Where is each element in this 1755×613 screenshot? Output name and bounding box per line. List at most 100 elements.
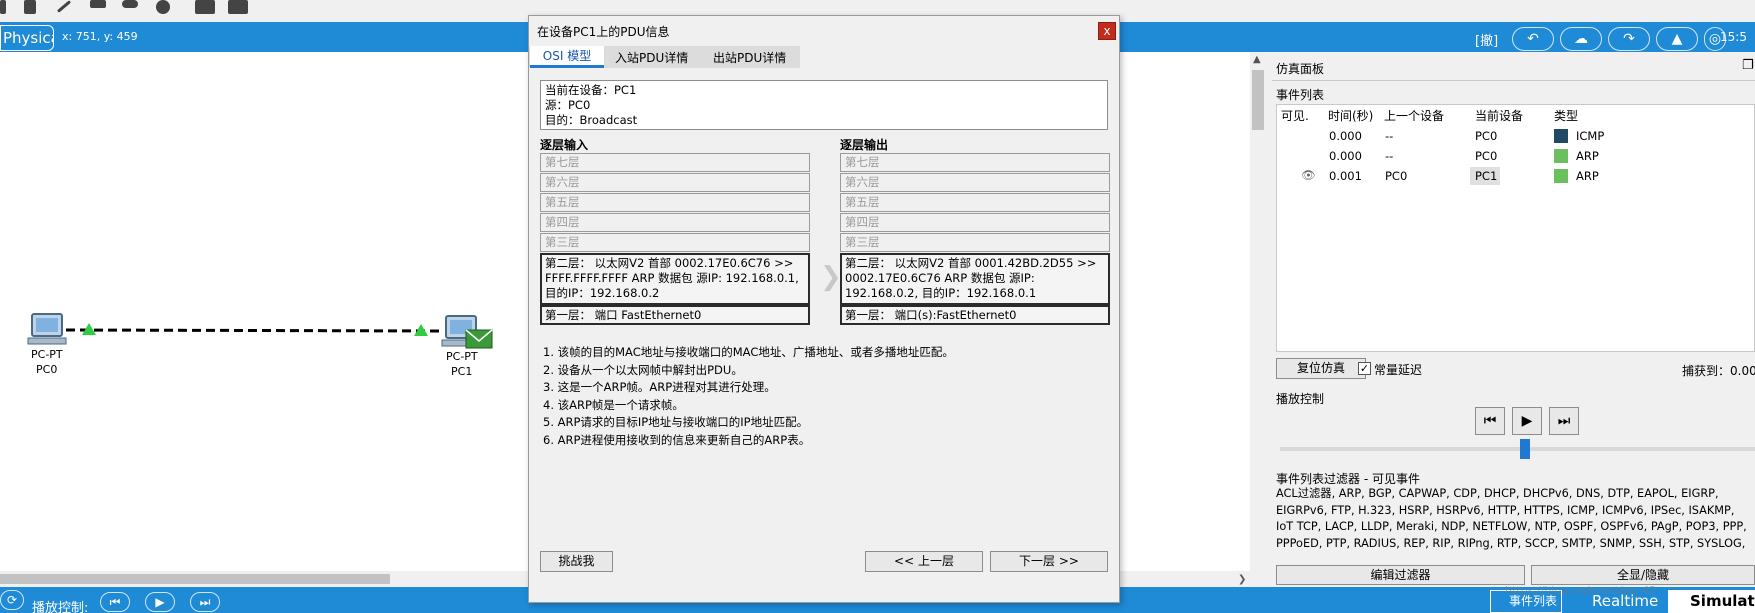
- in-layer-2[interactable]: 第二层： 以太网V2 首部 0002.17E0.6C76 >> FFFF.FFF…: [540, 253, 810, 305]
- current-device-text: 当前在设备：PC1: [545, 83, 637, 97]
- vertical-scroll-thumb[interactable]: [1252, 70, 1264, 130]
- step-back-icon[interactable]: ⏮: [100, 592, 130, 612]
- scroll-up-icon[interactable]: ▲: [1253, 54, 1261, 65]
- clock: 15:5: [1720, 30, 1747, 44]
- dialog-title: 在设备PC1上的PDU信息: [537, 25, 670, 39]
- in-layer-7[interactable]: 第七层: [540, 153, 810, 172]
- chevron-right-icon: ❯: [820, 262, 842, 292]
- in-layer-4[interactable]: 第四层: [540, 213, 810, 232]
- out-layer-2[interactable]: 第二层： 以太网V2 首部 0001.42BD.2D55 >> 0002.17E…: [840, 253, 1110, 305]
- in-layer-3[interactable]: 第三层: [540, 233, 810, 252]
- description-line: 4. 该ARP帧是一个请求帧。: [543, 397, 684, 412]
- time-icon[interactable]: ⟳: [0, 590, 24, 610]
- event-type[interactable]: ARP: [1576, 149, 1599, 163]
- envelope-icon: [465, 329, 493, 349]
- ethernet-link[interactable]: [65, 328, 443, 333]
- captured-time: 捕获到：0.00: [1682, 364, 1755, 378]
- description-line: 2. 设备从一个以太网帧中解封出PDU。: [543, 362, 743, 377]
- watermark: https://blog.csdn.net/qq_43: [1505, 584, 1657, 597]
- description-line: 6. ARP进程使用接收到的信息来更新自己的ARP表。: [543, 432, 811, 447]
- back-icon[interactable]: ⏮: [1475, 407, 1505, 435]
- out-layers-title: 逐层输出: [840, 138, 889, 152]
- out-layer-3[interactable]: 第三层: [840, 233, 1110, 252]
- tab-outbound-pdu[interactable]: 出站PDU详情: [713, 49, 786, 66]
- event-last-device[interactable]: --: [1385, 129, 1393, 143]
- destination-text: 目的：Broadcast: [545, 113, 638, 127]
- event-list-title: 事件列表: [1276, 88, 1325, 102]
- tab-inbound-pdu[interactable]: 入站PDU详情: [615, 49, 688, 66]
- event-current-device[interactable]: PC1: [1475, 169, 1497, 183]
- next-layer-button[interactable]: 下一层 >>: [990, 551, 1108, 572]
- out-layer-4[interactable]: 第四层: [840, 213, 1110, 232]
- out-layer-1[interactable]: 第一层： 端口(s):FastEthernet0: [840, 305, 1110, 325]
- redo-icon[interactable]: ↷: [1608, 27, 1650, 51]
- event-time[interactable]: 0.000: [1329, 129, 1362, 143]
- event-type[interactable]: ARP: [1576, 169, 1599, 183]
- out-layer-6[interactable]: 第六层: [840, 173, 1110, 192]
- column-header-time[interactable]: 时间(秒): [1328, 107, 1373, 124]
- pc0-device-icon[interactable]: [27, 313, 67, 345]
- event-last-device[interactable]: PC0: [1385, 169, 1407, 183]
- constant-delay-label: 常量延迟: [1374, 363, 1423, 377]
- playback-control-label: 播放控制:: [32, 601, 89, 613]
- undo-label: [撤]: [1475, 34, 1499, 49]
- add-simple-pdu-icon[interactable]: [195, 0, 215, 14]
- tab-osi-model[interactable]: OSI 模型: [530, 46, 604, 68]
- column-header-last-device[interactable]: 上一个设备: [1384, 107, 1444, 124]
- play-icon[interactable]: ▶: [1512, 407, 1542, 435]
- event-current-device[interactable]: PC0: [1475, 129, 1497, 143]
- vertical-scrollbar[interactable]: [1250, 52, 1266, 587]
- add-complex-pdu-icon[interactable]: [228, 0, 248, 14]
- event-time[interactable]: 0.001: [1329, 169, 1362, 183]
- show-all-hide-button[interactable]: 全显/隐藏: [1531, 565, 1755, 585]
- event-filter-title: 事件列表过滤器 - 可见事件: [1276, 472, 1420, 486]
- constant-delay-checkbox[interactable]: ✓: [1358, 362, 1371, 375]
- cloud-add-icon[interactable]: ☁: [1560, 27, 1602, 51]
- eye-icon[interactable]: 👁: [1301, 168, 1316, 182]
- in-layer-5[interactable]: 第五层: [540, 193, 810, 212]
- event-type-color: [1554, 129, 1568, 143]
- device-name-label: PC1: [451, 365, 473, 378]
- notes-icon[interactable]: [24, 0, 36, 14]
- edit-filters-button[interactable]: 编辑过滤器: [1276, 565, 1525, 585]
- reset-simulation-button[interactable]: 复位仿真: [1276, 358, 1366, 379]
- ellipse-icon[interactable]: [122, 0, 138, 8]
- in-layer-6[interactable]: 第六层: [540, 173, 810, 192]
- description-line: 1. 该帧的目的MAC地址与接收端口的MAC地址、广播地址、或者多播地址匹配。: [543, 345, 954, 359]
- landscape-icon[interactable]: ▲: [1656, 27, 1698, 51]
- event-last-device[interactable]: --: [1385, 149, 1393, 163]
- out-layer-5[interactable]: 第五层: [840, 193, 1110, 212]
- scroll-right-icon[interactable]: ❯: [1238, 574, 1246, 585]
- speed-slider-thumb[interactable]: [1520, 439, 1530, 459]
- undo-icon[interactable]: ↶: [1512, 27, 1554, 51]
- challenge-me-button[interactable]: 挑战我: [540, 551, 613, 572]
- play-icon[interactable]: ▶: [145, 592, 175, 612]
- forward-icon[interactable]: ⏭: [1549, 407, 1579, 435]
- visible-events-list: ACL过滤器, ARP, BGP, CAPWAP, CDP, DHCP, DHC…: [1276, 487, 1747, 550]
- simulation-mode-tab[interactable]: Simulat: [1668, 590, 1755, 613]
- event-current-device[interactable]: PC0: [1475, 149, 1497, 163]
- out-layer-7[interactable]: 第七层: [840, 153, 1110, 172]
- line-icon[interactable]: [56, 0, 72, 13]
- column-header-type[interactable]: 类型: [1554, 107, 1578, 124]
- event-type[interactable]: ICMP: [1576, 129, 1604, 143]
- previous-layer-button[interactable]: << 上一层: [865, 551, 983, 572]
- rectangle-icon[interactable]: [90, 0, 106, 8]
- close-icon[interactable]: x: [1098, 22, 1116, 40]
- column-header-visible[interactable]: 可见.: [1281, 107, 1309, 124]
- cursor-coordinates: x: 751, y: 459: [62, 30, 138, 43]
- simulation-panel-title: 仿真面板: [1276, 62, 1325, 76]
- event-time[interactable]: 0.000: [1329, 149, 1362, 163]
- source-text: 源：PC0: [545, 98, 591, 112]
- speed-slider[interactable]: [1280, 447, 1755, 451]
- toolbar-icon[interactable]: [0, 0, 6, 14]
- physical-tab[interactable]: Physical: [0, 25, 54, 51]
- in-layer-1[interactable]: 第一层： 端口 FastEthernet0: [540, 305, 810, 325]
- step-forward-icon[interactable]: ⏭: [190, 592, 220, 612]
- column-header-current-device[interactable]: 当前设备: [1475, 107, 1523, 124]
- device-name-label: PC0: [36, 363, 58, 376]
- event-type-color: [1554, 149, 1568, 163]
- horizontal-scroll-thumb[interactable]: [0, 574, 390, 584]
- restore-window-icon[interactable]: ❐: [1742, 58, 1754, 73]
- freeform-icon[interactable]: [156, 0, 170, 14]
